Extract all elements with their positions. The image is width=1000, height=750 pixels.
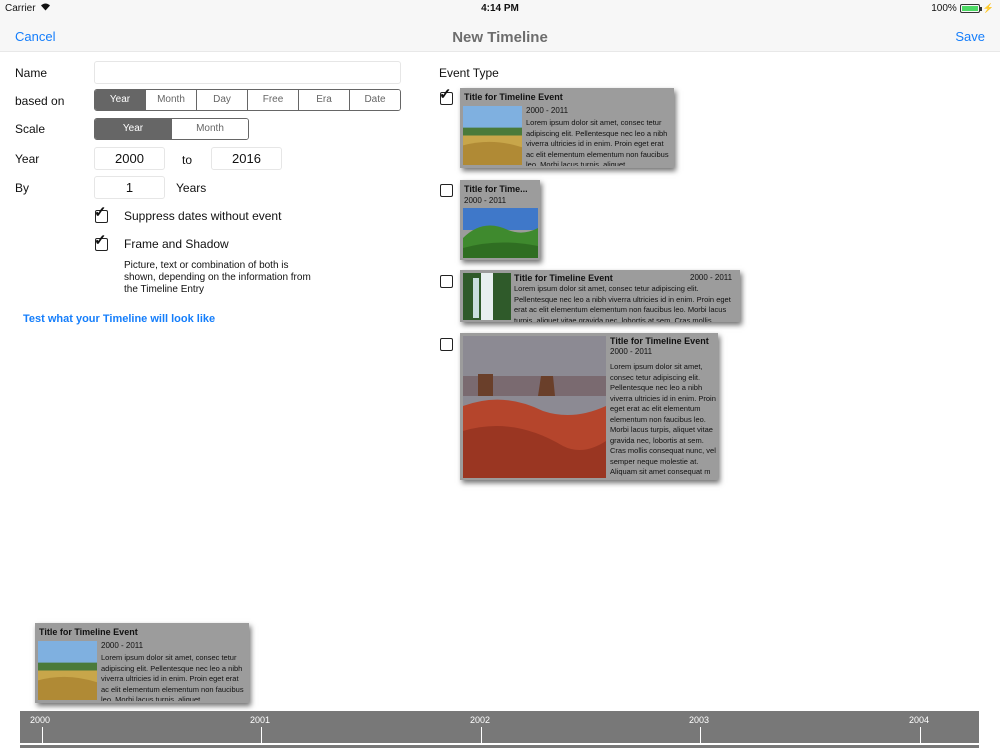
tick-label: 2000 [30, 715, 51, 725]
year-from-field[interactable]: 2000 [94, 147, 165, 170]
event-type-option-2[interactable]: Title for Time... 2000 - 2011 [460, 180, 540, 260]
scale-label: Scale [15, 122, 46, 136]
event-type-label: Event Type [439, 66, 499, 80]
page-title: New Timeline [452, 29, 548, 46]
event-type-option-4[interactable]: Title for Timeline Event 2000 - 2011 Lor… [460, 333, 718, 480]
segment-date[interactable]: Date [350, 90, 400, 110]
battery-icon [959, 4, 982, 13]
by-field[interactable]: 1 [94, 176, 165, 199]
suppress-label: Suppress dates without event [124, 209, 282, 223]
segment-free[interactable]: Free [248, 90, 299, 110]
scale-segment-year[interactable]: Year [95, 119, 172, 139]
tick-label: 2004 [909, 715, 930, 725]
year-label: Year [15, 152, 40, 166]
based-on-label: based on [15, 94, 65, 108]
card-title: Title for Timeline Event [39, 627, 138, 637]
segment-day[interactable]: Day [197, 90, 248, 110]
navigation-bar: Cancel New Timeline Save [0, 18, 1000, 52]
segment-era[interactable]: Era [299, 90, 350, 110]
waterfall-image [463, 273, 511, 320]
by-unit-label: Years [176, 181, 207, 195]
battery-percent: 100% [931, 3, 957, 14]
scale-segment-month[interactable]: Month [172, 119, 248, 139]
suppress-checkbox[interactable]: ✓ [94, 205, 108, 223]
event-type-option-3[interactable]: Title for Timeline Event 2000 - 2011 Lor… [460, 270, 740, 322]
event-type-checkbox-4[interactable] [440, 338, 453, 351]
battery-indicator: 100% ⚡ [931, 3, 994, 14]
status-bar: Carrier 4:14 PM 100% ⚡ [0, 0, 1000, 18]
name-field[interactable] [94, 61, 401, 84]
timeline-axis[interactable]: 2000 2001 2002 2003 2004 [20, 711, 979, 748]
to-label: to [182, 153, 193, 167]
tick-mark [700, 727, 701, 743]
hills-image [463, 208, 538, 258]
checkmark-icon: ✓ [439, 86, 452, 103]
event-type-checkbox-3[interactable] [440, 275, 453, 288]
test-timeline-link[interactable]: Test what your Timeline will look like [23, 313, 215, 325]
tick-mark [481, 727, 482, 743]
event-type-option-1[interactable]: Title for Timeline Event 2000 - 2011 Lor… [460, 88, 674, 168]
charging-icon: ⚡ [982, 3, 994, 13]
card-date: 2000 - 2011 [526, 106, 569, 115]
event-type-checkbox-1[interactable]: ✓ [439, 87, 453, 105]
timeline-preview-card[interactable]: Title for Timeline Event 2000 - 2011 Lor… [35, 623, 249, 703]
save-button[interactable]: Save [955, 29, 985, 44]
card-date: 2000 - 2011 [464, 196, 507, 205]
status-time: 4:14 PM [481, 3, 519, 14]
card-title: Title for Timeline Event [464, 92, 563, 102]
card-title: Title for Timeline Event [514, 273, 613, 283]
segment-year[interactable]: Year [95, 90, 146, 110]
frame-shadow-checkbox[interactable]: ✓ [94, 233, 108, 251]
event-type-checkbox-2[interactable] [440, 184, 453, 197]
card-body: Lorem ipsum dolor sit amet, consec tetur… [101, 653, 244, 701]
card-title: Title for Timeline Event [610, 336, 709, 346]
tick-label: 2001 [250, 715, 271, 725]
tick-mark [42, 727, 43, 743]
card-body: Lorem ipsum dolor sit amet, consec tetur… [526, 118, 669, 166]
year-to-field[interactable]: 2016 [211, 147, 282, 170]
scale-segmented-control: Year Month [94, 118, 249, 140]
card-title: Title for Time... [464, 184, 528, 194]
tick-mark [920, 727, 921, 743]
axis-line [20, 743, 979, 745]
card-body: Lorem ipsum dolor sit amet, consec tetur… [610, 362, 716, 476]
card-body: Lorem ipsum dolor sit amet, consec tetur… [514, 284, 731, 322]
tick-label: 2003 [689, 715, 710, 725]
name-label: Name [15, 66, 48, 80]
meadow-image [38, 641, 97, 700]
segment-month[interactable]: Month [146, 90, 197, 110]
card-date: 2000 - 2011 [690, 273, 733, 282]
card-date: 2000 - 2011 [610, 347, 653, 356]
frame-note: Picture, text or combination of both is … [124, 260, 311, 295]
desert-canyon-image [463, 336, 606, 478]
checkmark-icon: ✓ [94, 232, 107, 249]
based-on-segmented-control: Year Month Day Free Era Date [94, 89, 401, 111]
frame-shadow-label: Frame and Shadow [124, 237, 229, 251]
by-label: By [15, 181, 30, 195]
checkmark-icon: ✓ [94, 204, 107, 221]
meadow-image [463, 106, 522, 165]
tick-mark [261, 727, 262, 743]
card-date: 2000 - 2011 [101, 641, 144, 650]
tick-label: 2002 [470, 715, 491, 725]
